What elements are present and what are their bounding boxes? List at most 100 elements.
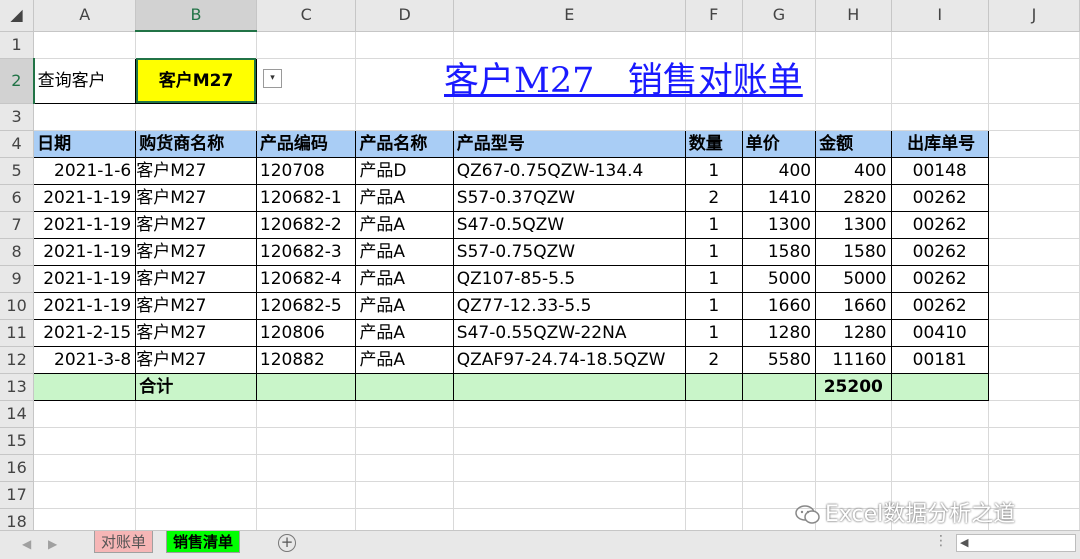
cell[interactable] [891, 31, 989, 59]
cell[interactable] [988, 238, 1080, 266]
unit-price-cell[interactable]: 1660 [741, 291, 817, 320]
cell[interactable] [988, 211, 1080, 239]
cell[interactable] [256, 508, 357, 530]
cell[interactable] [453, 454, 686, 482]
header-buyer[interactable]: 购货商名称 [135, 129, 257, 158]
cell[interactable] [135, 31, 257, 59]
product-model-cell[interactable]: S57-0.37QZW [452, 183, 686, 212]
cell[interactable] [33, 31, 137, 59]
amount-cell[interactable]: 2820 [815, 183, 892, 212]
outbound-no-cell[interactable]: 00262 [890, 183, 989, 212]
tab-sales-list[interactable]: 销售清单 [166, 531, 241, 553]
query-customer-cell[interactable]: 客户M27 [135, 57, 257, 104]
row-header-3[interactable]: 3 [0, 103, 35, 131]
prev-sheet-icon[interactable]: ◀ [22, 537, 31, 551]
row-header-17[interactable]: 17 [0, 481, 35, 509]
quantity-cell[interactable]: 1 [684, 237, 743, 266]
cell[interactable] [685, 400, 743, 428]
cell[interactable] [742, 103, 817, 131]
row-header-5[interactable]: 5 [0, 157, 35, 185]
unit-price-cell[interactable]: 5000 [741, 264, 817, 293]
date-cell[interactable]: 2021-1-19 [33, 237, 137, 266]
cell[interactable] [355, 400, 454, 428]
date-cell[interactable]: 2021-1-19 [33, 291, 137, 320]
buyer-cell[interactable]: 客户M27 [135, 237, 257, 266]
quantity-cell[interactable]: 1 [684, 318, 743, 347]
product-name-cell[interactable]: 产品A [355, 318, 454, 347]
cell[interactable] [33, 400, 137, 428]
outbound-no-cell[interactable]: 00262 [890, 237, 989, 266]
cell[interactable] [741, 372, 817, 401]
product-name-cell[interactable]: 产品A [355, 264, 454, 293]
row-header-7[interactable]: 7 [0, 211, 35, 239]
cell[interactable] [815, 400, 892, 428]
header-product-model[interactable]: 产品型号 [452, 129, 686, 158]
header-date[interactable]: 日期 [33, 129, 137, 158]
buyer-cell[interactable]: 客户M27 [135, 345, 257, 374]
row-header-6[interactable]: 6 [0, 184, 35, 212]
cell[interactable] [685, 508, 743, 530]
column-header-a[interactable]: A [33, 0, 137, 32]
quantity-cell[interactable]: 2 [684, 345, 743, 374]
amount-cell[interactable]: 5000 [815, 264, 892, 293]
buyer-cell[interactable]: 客户M27 [135, 264, 257, 293]
quantity-cell[interactable]: 1 [684, 264, 743, 293]
cell[interactable] [256, 481, 357, 509]
column-header-d[interactable]: D [355, 0, 454, 32]
next-sheet-icon[interactable]: ▶ [48, 537, 57, 551]
scroll-left-icon[interactable]: ◀ [960, 535, 968, 551]
row-header-2[interactable]: 2 [0, 58, 35, 104]
quantity-cell[interactable]: 2 [684, 183, 743, 212]
cell[interactable] [742, 400, 817, 428]
cell[interactable] [355, 454, 454, 482]
add-sheet-button[interactable]: + [278, 534, 296, 552]
date-cell[interactable]: 2021-1-19 [33, 264, 137, 293]
row-header-13[interactable]: 13 [0, 373, 35, 401]
cell[interactable] [891, 454, 989, 482]
cell[interactable] [988, 265, 1080, 293]
product-name-cell[interactable]: 产品A [355, 345, 454, 374]
unit-price-cell[interactable]: 1580 [741, 237, 817, 266]
column-header-b[interactable]: B [135, 0, 257, 32]
product-name-cell[interactable]: 产品D [355, 156, 454, 185]
product-name-cell[interactable]: 产品A [355, 210, 454, 239]
row-header-14[interactable]: 14 [0, 400, 35, 428]
amount-cell[interactable]: 1280 [815, 318, 892, 347]
cell[interactable] [355, 31, 454, 59]
cell[interactable] [355, 58, 454, 104]
cell[interactable] [135, 427, 257, 455]
tab-statement[interactable]: 对账单 [94, 531, 154, 553]
cell[interactable] [256, 31, 357, 59]
quantity-cell[interactable]: 1 [684, 156, 743, 185]
cell[interactable] [452, 372, 686, 401]
cell[interactable] [453, 481, 686, 509]
product-model-cell[interactable]: S47-0.55QZW-22NA [452, 318, 686, 347]
row-header-11[interactable]: 11 [0, 319, 35, 347]
unit-price-cell[interactable]: 400 [741, 156, 817, 185]
cell[interactable] [815, 427, 892, 455]
horizontal-scrollbar[interactable]: ◀ [956, 534, 1076, 552]
row-header-12[interactable]: 12 [0, 346, 35, 374]
cell[interactable] [988, 454, 1080, 482]
spreadsheet-grid[interactable]: ◢ A B C D E F G H I J 1 2 查询客户 客户M27 3 4 [0, 0, 1080, 530]
header-quantity[interactable]: 数量 [684, 129, 743, 158]
cell[interactable] [988, 130, 1080, 158]
product-code-cell[interactable]: 120682-4 [255, 264, 357, 293]
cell[interactable] [988, 103, 1080, 131]
cell[interactable] [891, 103, 989, 131]
cell[interactable] [685, 103, 743, 131]
cell[interactable] [988, 58, 1080, 104]
date-cell[interactable]: 2021-1-19 [33, 183, 137, 212]
buyer-cell[interactable]: 客户M27 [135, 183, 257, 212]
buyer-cell[interactable]: 客户M27 [135, 210, 257, 239]
date-cell[interactable]: 2021-2-15 [33, 318, 137, 347]
cell[interactable] [891, 58, 989, 104]
row-header-10[interactable]: 10 [0, 292, 35, 320]
product-name-cell[interactable]: 产品A [355, 183, 454, 212]
column-header-h[interactable]: H [815, 0, 892, 32]
cell[interactable] [355, 427, 454, 455]
cell[interactable] [891, 427, 989, 455]
statement-title[interactable]: 客户M27 销售对账单 [444, 52, 803, 103]
outbound-no-cell[interactable]: 00181 [890, 345, 989, 374]
cell[interactable] [135, 400, 257, 428]
